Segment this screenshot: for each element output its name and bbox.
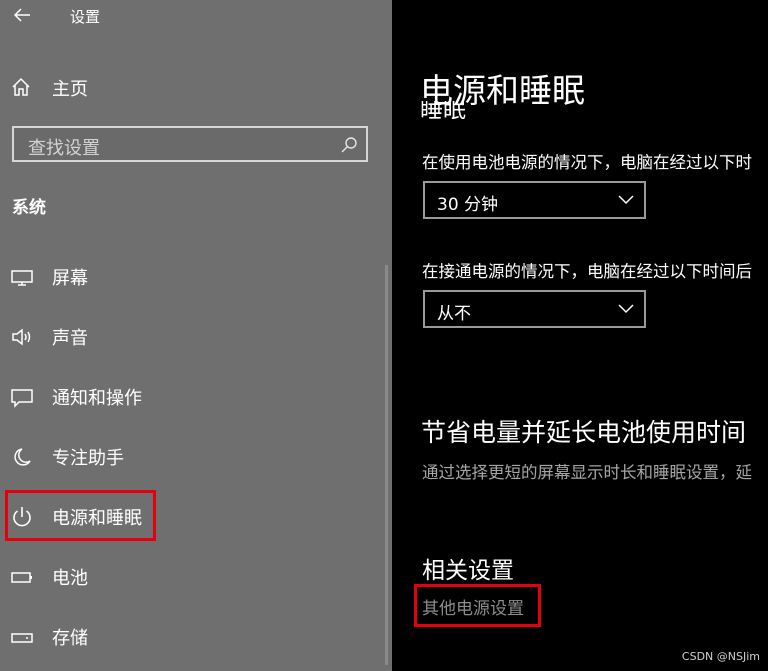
sidebar-item-label: 电池 — [52, 568, 88, 589]
chevron-down-icon — [618, 304, 634, 314]
sidebar-item-display[interactable]: 屏幕 — [10, 258, 370, 296]
sleep-heading: 睡眠 — [420, 101, 480, 119]
back-arrow-icon[interactable] — [12, 5, 32, 25]
plugged-desc: 在接通电源的情况下，电脑在经过以下时间后 — [422, 262, 752, 281]
search-placeholder: 查找设置 — [28, 138, 100, 159]
chevron-down-icon — [618, 195, 634, 205]
sidebar-item-notifications[interactable]: 通知和操作 — [10, 378, 370, 416]
moon-icon — [14, 448, 31, 466]
highlight-box — [5, 490, 156, 541]
sidebar-item-battery[interactable]: 电池 — [10, 558, 370, 596]
sidebar-item-focus-assist[interactable]: 专注助手 — [10, 438, 370, 476]
app-title: 设置 — [70, 8, 101, 26]
plugged-sleep-dropdown[interactable]: 从不 — [423, 290, 646, 328]
watermark: CSDN @NSJim — [681, 650, 760, 663]
sleep-heading-text: 睡眠 — [420, 101, 466, 119]
sidebar-item-sound[interactable]: 声音 — [10, 318, 370, 356]
search-icon[interactable] — [340, 136, 358, 154]
storage-icon — [11, 633, 33, 643]
section-title: 系统 — [12, 198, 46, 218]
sidebar: 设置 主页 查找设置 系统 屏幕 声音 通知和操作 专注助手 电源和睡眠 电池 … — [0, 0, 392, 671]
sidebar-item-label: 存储 — [52, 628, 88, 649]
main-content: 电源和睡眠 睡眠 在使用电池电源的情况下，电脑在经过以下时 30 分钟 在接通电… — [392, 0, 768, 671]
sidebar-item-home[interactable]: 主页 — [10, 72, 210, 102]
title-bar: 设置 — [0, 0, 392, 30]
battery-icon — [11, 572, 32, 583]
sidebar-item-storage[interactable]: 存储 — [10, 618, 370, 656]
sidebar-item-label: 主页 — [52, 79, 88, 100]
battery-desc: 在使用电池电源的情况下，电脑在经过以下时 — [422, 153, 752, 172]
search-input[interactable]: 查找设置 — [12, 126, 368, 162]
home-icon — [12, 77, 30, 96]
speaker-icon — [12, 328, 31, 346]
display-icon — [11, 270, 33, 286]
notification-icon — [11, 389, 33, 408]
battery-sleep-dropdown[interactable]: 30 分钟 — [423, 181, 646, 219]
sidebar-item-label: 屏幕 — [52, 268, 88, 289]
highlight-box — [414, 584, 541, 627]
dropdown-value: 从不 — [437, 304, 471, 324]
sidebar-item-label: 通知和操作 — [52, 388, 142, 409]
dropdown-value: 30 分钟 — [437, 195, 499, 215]
related-settings-title: 相关设置 — [422, 558, 514, 584]
scrollbar[interactable] — [385, 265, 388, 665]
save-power-title: 节省电量并延长电池使用时间 — [421, 418, 747, 447]
sidebar-item-label: 专注助手 — [52, 448, 124, 469]
sidebar-item-label: 声音 — [52, 328, 88, 349]
save-power-desc: 通过选择更短的屏幕显示时长和睡眠设置，延 — [422, 463, 752, 482]
